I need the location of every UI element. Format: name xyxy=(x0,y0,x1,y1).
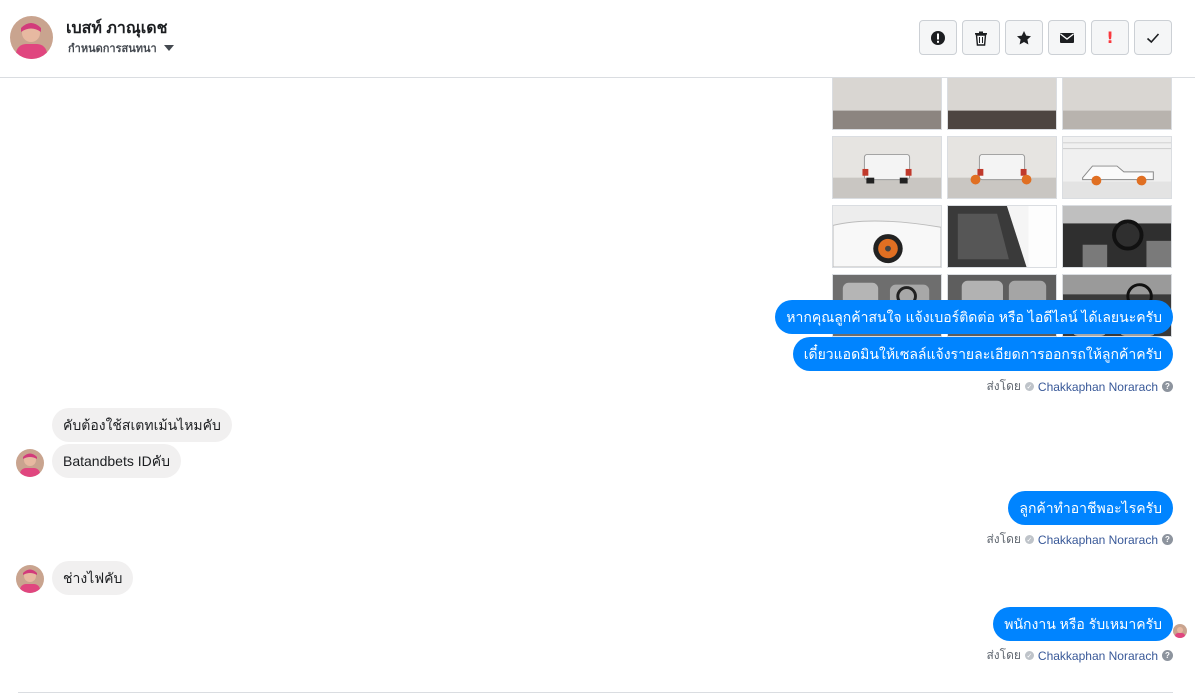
done-button[interactable] xyxy=(1134,20,1172,55)
outgoing-message[interactable]: หากคุณลูกค้าสนใจ แจ้งเบอร์ติดต่อ หรือ ไอ… xyxy=(775,300,1173,334)
spam-icon: ! xyxy=(1106,28,1114,47)
contact-avatar-small xyxy=(16,449,44,477)
delete-button[interactable] xyxy=(962,20,1000,55)
message-thread[interactable]: หากคุณลูกค้าสนใจ แจ้งเบอร์ติดต่อ หรือ ไอ… xyxy=(0,78,1195,693)
mark-unread-button[interactable] xyxy=(1048,20,1086,55)
sent-by-prefix: ส่งโดย xyxy=(986,648,1021,662)
sent-by-label: ส่งโดย ✓ Chakkaphan Norarach ? xyxy=(986,530,1173,549)
car-photo[interactable] xyxy=(1062,136,1172,199)
car-photo[interactable] xyxy=(947,205,1057,268)
star-icon xyxy=(1017,30,1031,44)
help-icon[interactable]: ? xyxy=(1162,381,1173,392)
incoming-message[interactable]: ช่างไฟคับ xyxy=(52,561,134,595)
outgoing-message[interactable]: เดี๋ยวแอดมินให้เซลล์แจ้งรายละเอียดการออก… xyxy=(792,337,1173,371)
trash-icon xyxy=(975,31,987,46)
incoming-message[interactable]: Batandbets IDคับ xyxy=(52,444,181,478)
conversation-header: เบสท์ ภาณุเดช กำหนดการสนทนา ! xyxy=(0,0,1195,78)
car-photo[interactable] xyxy=(832,78,942,130)
agent-name-link[interactable]: Chakkaphan Norarach xyxy=(1038,649,1158,663)
help-icon[interactable]: ? xyxy=(1162,650,1173,661)
help-icon[interactable]: ? xyxy=(1162,534,1173,545)
outgoing-message[interactable]: พนักงาน หรือ รับเหมาครับ xyxy=(993,607,1173,641)
car-photo[interactable] xyxy=(1062,78,1172,130)
contact-avatar-small xyxy=(16,565,44,593)
verified-icon: ✓ xyxy=(1024,382,1034,391)
envelope-icon xyxy=(1060,32,1074,43)
sent-by-prefix: ส่งโดย xyxy=(986,532,1021,546)
sent-by-label: ส่งโดย ✓ Chakkaphan Norarach ? xyxy=(986,646,1173,665)
toolbar: ! xyxy=(919,20,1172,55)
seen-avatar xyxy=(1173,624,1187,638)
alert-circle-icon xyxy=(931,30,945,45)
report-button[interactable] xyxy=(919,20,957,55)
agent-name-link[interactable]: Chakkaphan Norarach xyxy=(1038,533,1158,547)
car-photo[interactable] xyxy=(1062,205,1172,268)
sent-by-prefix: ส่งโดย xyxy=(986,379,1021,393)
car-photo[interactable] xyxy=(832,205,942,268)
agent-name-link[interactable]: Chakkaphan Norarach xyxy=(1038,380,1158,394)
verified-icon: ✓ xyxy=(1024,535,1034,544)
contact-name[interactable]: เบสท์ ภาณุเดช xyxy=(66,16,167,41)
car-photo[interactable] xyxy=(947,136,1057,199)
star-button[interactable] xyxy=(1005,20,1043,55)
incoming-message[interactable]: คับต้องใช้สเตทเม้นไหมคับ xyxy=(52,408,232,442)
spam-button[interactable]: ! xyxy=(1091,20,1129,55)
car-photo[interactable] xyxy=(832,136,942,199)
caret-down-icon xyxy=(163,45,174,51)
schedule-label: กำหนดการสนทนา xyxy=(68,43,157,55)
sent-by-label: ส่งโดย ✓ Chakkaphan Norarach ? xyxy=(986,377,1173,396)
outgoing-message[interactable]: ลูกค้าทำอาชีพอะไรครับ xyxy=(1008,491,1173,525)
car-photo[interactable] xyxy=(947,78,1057,130)
contact-avatar[interactable] xyxy=(10,16,53,59)
conversation-schedule-dropdown[interactable]: กำหนดการสนทนา xyxy=(68,39,174,57)
verified-icon: ✓ xyxy=(1024,651,1034,660)
check-icon xyxy=(1146,32,1160,43)
